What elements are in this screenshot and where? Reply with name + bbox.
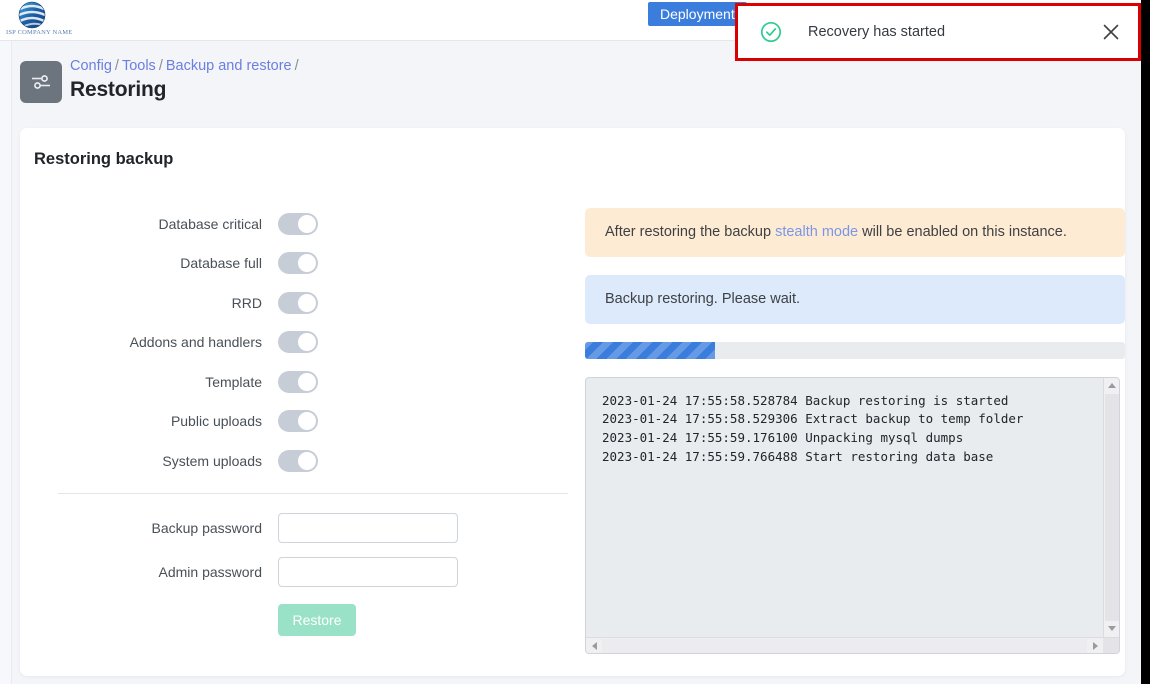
toggle-knob (298, 293, 316, 312)
toast-message: Recovery has started (808, 24, 946, 40)
breadcrumb: Config / Tools / Backup and restore / (70, 58, 302, 74)
sidebar-rail (0, 41, 12, 684)
check-circle-icon (760, 21, 782, 43)
breadcrumb-item-tools[interactable]: Tools (122, 58, 156, 74)
form-row-admin-password: Admin password (58, 550, 588, 594)
toggle-knob (298, 372, 316, 391)
form-row-submit: Restore (58, 594, 588, 646)
label-backup-password: Backup password (151, 519, 262, 536)
toggle-addons-and-handlers[interactable] (278, 331, 318, 354)
toggle-knob (298, 254, 316, 273)
card-title: Restoring backup (34, 150, 174, 168)
label-template: Template (205, 373, 262, 390)
log-vertical-scroll-thumb[interactable] (1105, 393, 1119, 621)
breadcrumb-item-backup-and-restore[interactable]: Backup and restore (166, 58, 292, 74)
toggle-template[interactable] (278, 370, 318, 393)
page-title: Restoring (70, 78, 167, 101)
log-horizontal-scroll-thumb[interactable] (602, 638, 1087, 653)
toggle-database-full[interactable] (278, 252, 318, 275)
log-horizontal-scrollbar[interactable] (586, 636, 1119, 653)
triangle-up-icon[interactable] (1104, 378, 1119, 394)
stealth-mode-link[interactable]: stealth mode (775, 224, 858, 240)
toggle-knob (298, 214, 316, 233)
toggle-knob (298, 451, 316, 470)
scrollbar-corner (1103, 637, 1119, 653)
form-row-database-full: Database full (58, 244, 588, 284)
label-addons-and-handlers: Addons and handlers (129, 334, 262, 351)
label-database-full: Database full (180, 255, 262, 272)
restore-log-text: 2023-01-24 17:55:58.528784 Backup restor… (602, 392, 1024, 464)
toggle-knob (298, 412, 316, 431)
label-public-uploads: Public uploads (170, 413, 262, 430)
stealth-mode-warning-alert: After restoring the backup stealth mode … (585, 208, 1125, 257)
breadcrumb-separator-3: / (294, 58, 299, 74)
brand-logo[interactable]: ISP COMPANY NAME (6, 0, 73, 41)
triangle-left-icon[interactable] (586, 638, 602, 653)
triangle-down-icon[interactable] (1104, 621, 1119, 637)
restoring-backup-card: Restoring backup Database critical Datab… (20, 128, 1125, 676)
label-rrd: RRD (231, 294, 262, 311)
page-viewport: ISP COMPANY NAME Deployment Recovery has… (0, 0, 1141, 684)
brand-logo-caption: ISP COMPANY NAME (6, 29, 73, 36)
form-row-database-critical: Database critical (58, 204, 588, 244)
page-icon-tile (20, 61, 62, 103)
toggle-system-uploads[interactable] (278, 449, 318, 472)
sliders-icon (32, 75, 50, 89)
triangle-right-icon[interactable] (1087, 638, 1103, 653)
breadcrumb-item-config[interactable]: Config (70, 58, 112, 74)
toast-notification[interactable]: Recovery has started (738, 6, 1138, 58)
label-admin-password: Admin password (158, 563, 263, 580)
label-system-uploads: System uploads (162, 452, 262, 469)
restore-log-box[interactable]: 2023-01-24 17:55:58.528784 Backup restor… (585, 376, 1120, 654)
form-divider (58, 492, 568, 494)
toggle-knob (298, 333, 316, 352)
globe-logo-icon (18, 1, 46, 29)
log-vertical-scrollbar[interactable] (1103, 377, 1119, 637)
toast-highlight-box: Recovery has started (735, 3, 1141, 61)
label-database-critical: Database critical (158, 215, 263, 232)
backup-password-input[interactable] (278, 512, 458, 543)
form-row-backup-password: Backup password (58, 506, 588, 550)
restore-progress-bar (585, 341, 1125, 359)
toggle-public-uploads[interactable] (278, 410, 318, 433)
breadcrumb-separator-1: / (114, 58, 119, 74)
restore-status-panel: After restoring the backup stealth mode … (585, 208, 1125, 654)
toggle-rrd[interactable] (278, 291, 318, 314)
deployment-button[interactable]: Deployment (648, 2, 747, 26)
toggle-database-critical[interactable] (278, 212, 318, 235)
breadcrumb-separator-2: / (158, 58, 163, 74)
restore-options-form: Database critical Database full RRD Addo… (58, 204, 588, 646)
form-row-system-uploads: System uploads (58, 441, 588, 481)
restore-button[interactable]: Restore (278, 603, 356, 636)
form-row-rrd: RRD (58, 283, 588, 323)
warning-text-prefix: After restoring the backup (605, 224, 776, 240)
restoring-info-alert: Backup restoring. Please wait. (585, 274, 1125, 324)
form-row-addons-and-handlers: Addons and handlers (58, 323, 588, 363)
restore-progress-fill (585, 341, 715, 359)
form-row-public-uploads: Public uploads (58, 402, 588, 442)
close-icon[interactable] (1100, 21, 1122, 43)
form-row-template: Template (58, 362, 588, 402)
admin-password-input[interactable] (278, 556, 458, 587)
warning-text-suffix: will be enabled on this instance. (858, 224, 1067, 240)
